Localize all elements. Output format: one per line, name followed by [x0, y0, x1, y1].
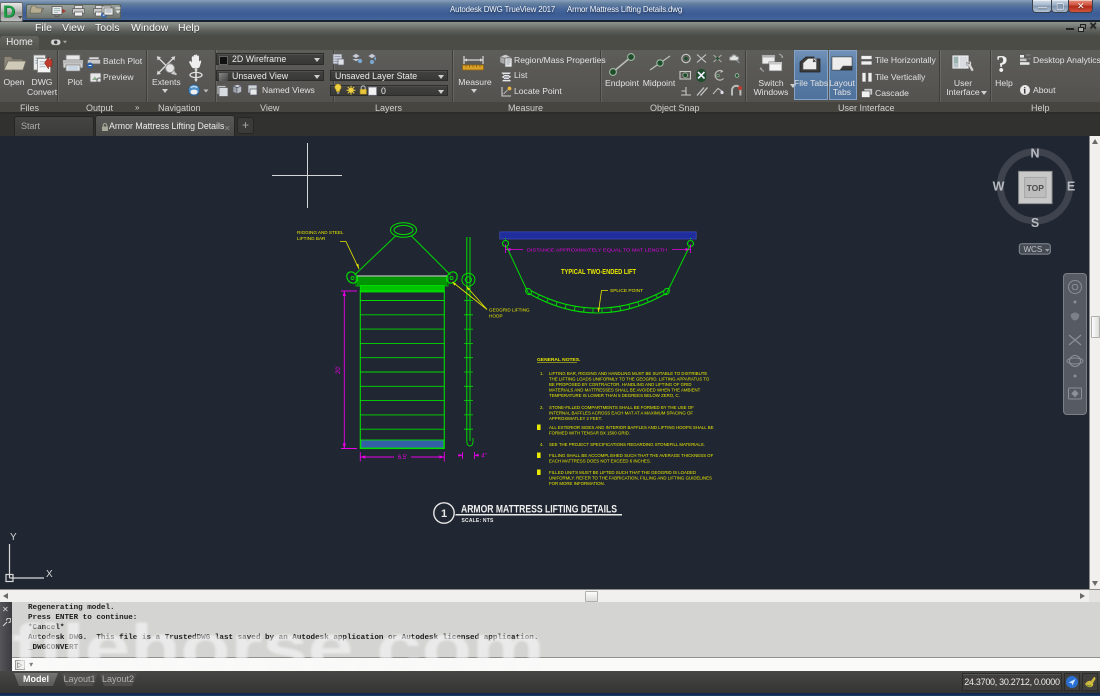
- svg-text:FORMED WITH TENSAR BX 1500 GRI: FORMED WITH TENSAR BX 1500 GRID.: [549, 431, 630, 436]
- svg-text:LIFTING BAR: LIFTING BAR: [297, 236, 326, 241]
- svg-text:LIFTING BAR, RIGGING AND HANDL: LIFTING BAR, RIGGING AND HANDLING MUST B…: [549, 371, 707, 376]
- svg-text:APPROXIMATLEY 2 FEET.: APPROXIMATLEY 2 FEET.: [549, 416, 602, 421]
- svg-text:?: ?: [996, 52, 1008, 78]
- svg-text:SPLICE POINT: SPLICE POINT: [610, 288, 643, 294]
- svg-text:FILLING SHALL BE ACCOMPLISHED: FILLING SHALL BE ACCOMPLISHED SUCH THAT …: [549, 453, 714, 458]
- svg-text:WCS: WCS: [1024, 245, 1043, 254]
- svg-text:TYPICAL TWO-ENDED LIFT: TYPICAL TWO-ENDED LIFT: [561, 267, 636, 276]
- svg-text:20': 20': [336, 366, 342, 374]
- svg-text:N: N: [1030, 147, 1039, 161]
- svg-text:SCALE: NTS: SCALE: NTS: [462, 518, 494, 524]
- svg-text:RIGGING AND STEEL: RIGGING AND STEEL: [297, 230, 344, 235]
- svg-text:4": 4": [481, 454, 486, 460]
- svg-text:W: W: [993, 180, 1005, 194]
- svg-text:THE LIFTING LOADS UNIFORMLY TO: THE LIFTING LOADS UNIFORMLY TO THE GEOGR…: [549, 377, 710, 382]
- svg-text:BE PROPOSED BY CONTRACTOR. HAN: BE PROPOSED BY CONTRACTOR. HANDLING AND …: [549, 382, 691, 387]
- svg-text:FILLED UNITS MUST BE LIFTED SU: FILLED UNITS MUST BE LIFTED SUCH THAT TH…: [549, 470, 696, 475]
- svg-text:ALL EXTERIOR SIDES AND INTERIO: ALL EXTERIOR SIDES AND INTERIOR BAFFLES …: [549, 425, 714, 430]
- svg-text:S: S: [1031, 216, 1039, 230]
- svg-text:i: i: [1023, 87, 1026, 97]
- svg-text:HOOP: HOOP: [489, 314, 503, 319]
- svg-text:FOR MORE INFORMATION.: FOR MORE INFORMATION.: [549, 481, 605, 486]
- svg-text:UNIFORMLY. REFER TO THE FABRIC: UNIFORMLY. REFER TO THE FABRICATION, FIL…: [549, 476, 712, 481]
- svg-text:MATERIALS AND MATTRESSES SHALL: MATERIALS AND MATTRESSES SHALL BE AVOIDE…: [549, 388, 701, 393]
- svg-text:DISTANCE APPROXIMATELY EQUAL T: DISTANCE APPROXIMATELY EQUAL TO MAT LENG…: [527, 248, 667, 253]
- svg-text:GEOGRID LIFTING: GEOGRID LIFTING: [489, 308, 530, 313]
- svg-text:4.: 4.: [540, 442, 544, 447]
- svg-text:1.: 1.: [540, 371, 544, 376]
- svg-text:STONE-FILLED COMPARTMENTS SHAL: STONE-FILLED COMPARTMENTS SHALL BE FORME…: [549, 405, 694, 410]
- svg-text:EACH MATTRESS DOES NOT EXCEED: EACH MATTRESS DOES NOT EXCEED 6 INCHES.: [549, 459, 651, 464]
- svg-text:ARMOR MATTRESS LIFTING DETAILS: ARMOR MATTRESS LIFTING DETAILS: [461, 504, 617, 516]
- svg-text:X: X: [46, 569, 53, 580]
- svg-text:TOP: TOP: [1027, 183, 1045, 193]
- svg-text:SEE THE PROJECT SPECIFICATIONS: SEE THE PROJECT SPECIFICATIONS REGARDING…: [549, 442, 705, 447]
- svg-text:TEMPERATURE IS LOWER THAN 5 DE: TEMPERATURE IS LOWER THAN 5 DEGREES BELO…: [549, 393, 680, 398]
- svg-text:GENERAL NOTES.: GENERAL NOTES.: [537, 357, 581, 363]
- svg-text:INTERNAL BAFFLES ACROSS EACH M: INTERNAL BAFFLES ACROSS EACH MAT AT A MA…: [549, 411, 693, 416]
- svg-text:2.: 2.: [540, 405, 544, 410]
- svg-text:1: 1: [441, 508, 447, 520]
- svg-text:E: E: [1067, 180, 1075, 194]
- svg-text:Y: Y: [10, 532, 17, 543]
- svg-text:6.5': 6.5': [398, 455, 408, 461]
